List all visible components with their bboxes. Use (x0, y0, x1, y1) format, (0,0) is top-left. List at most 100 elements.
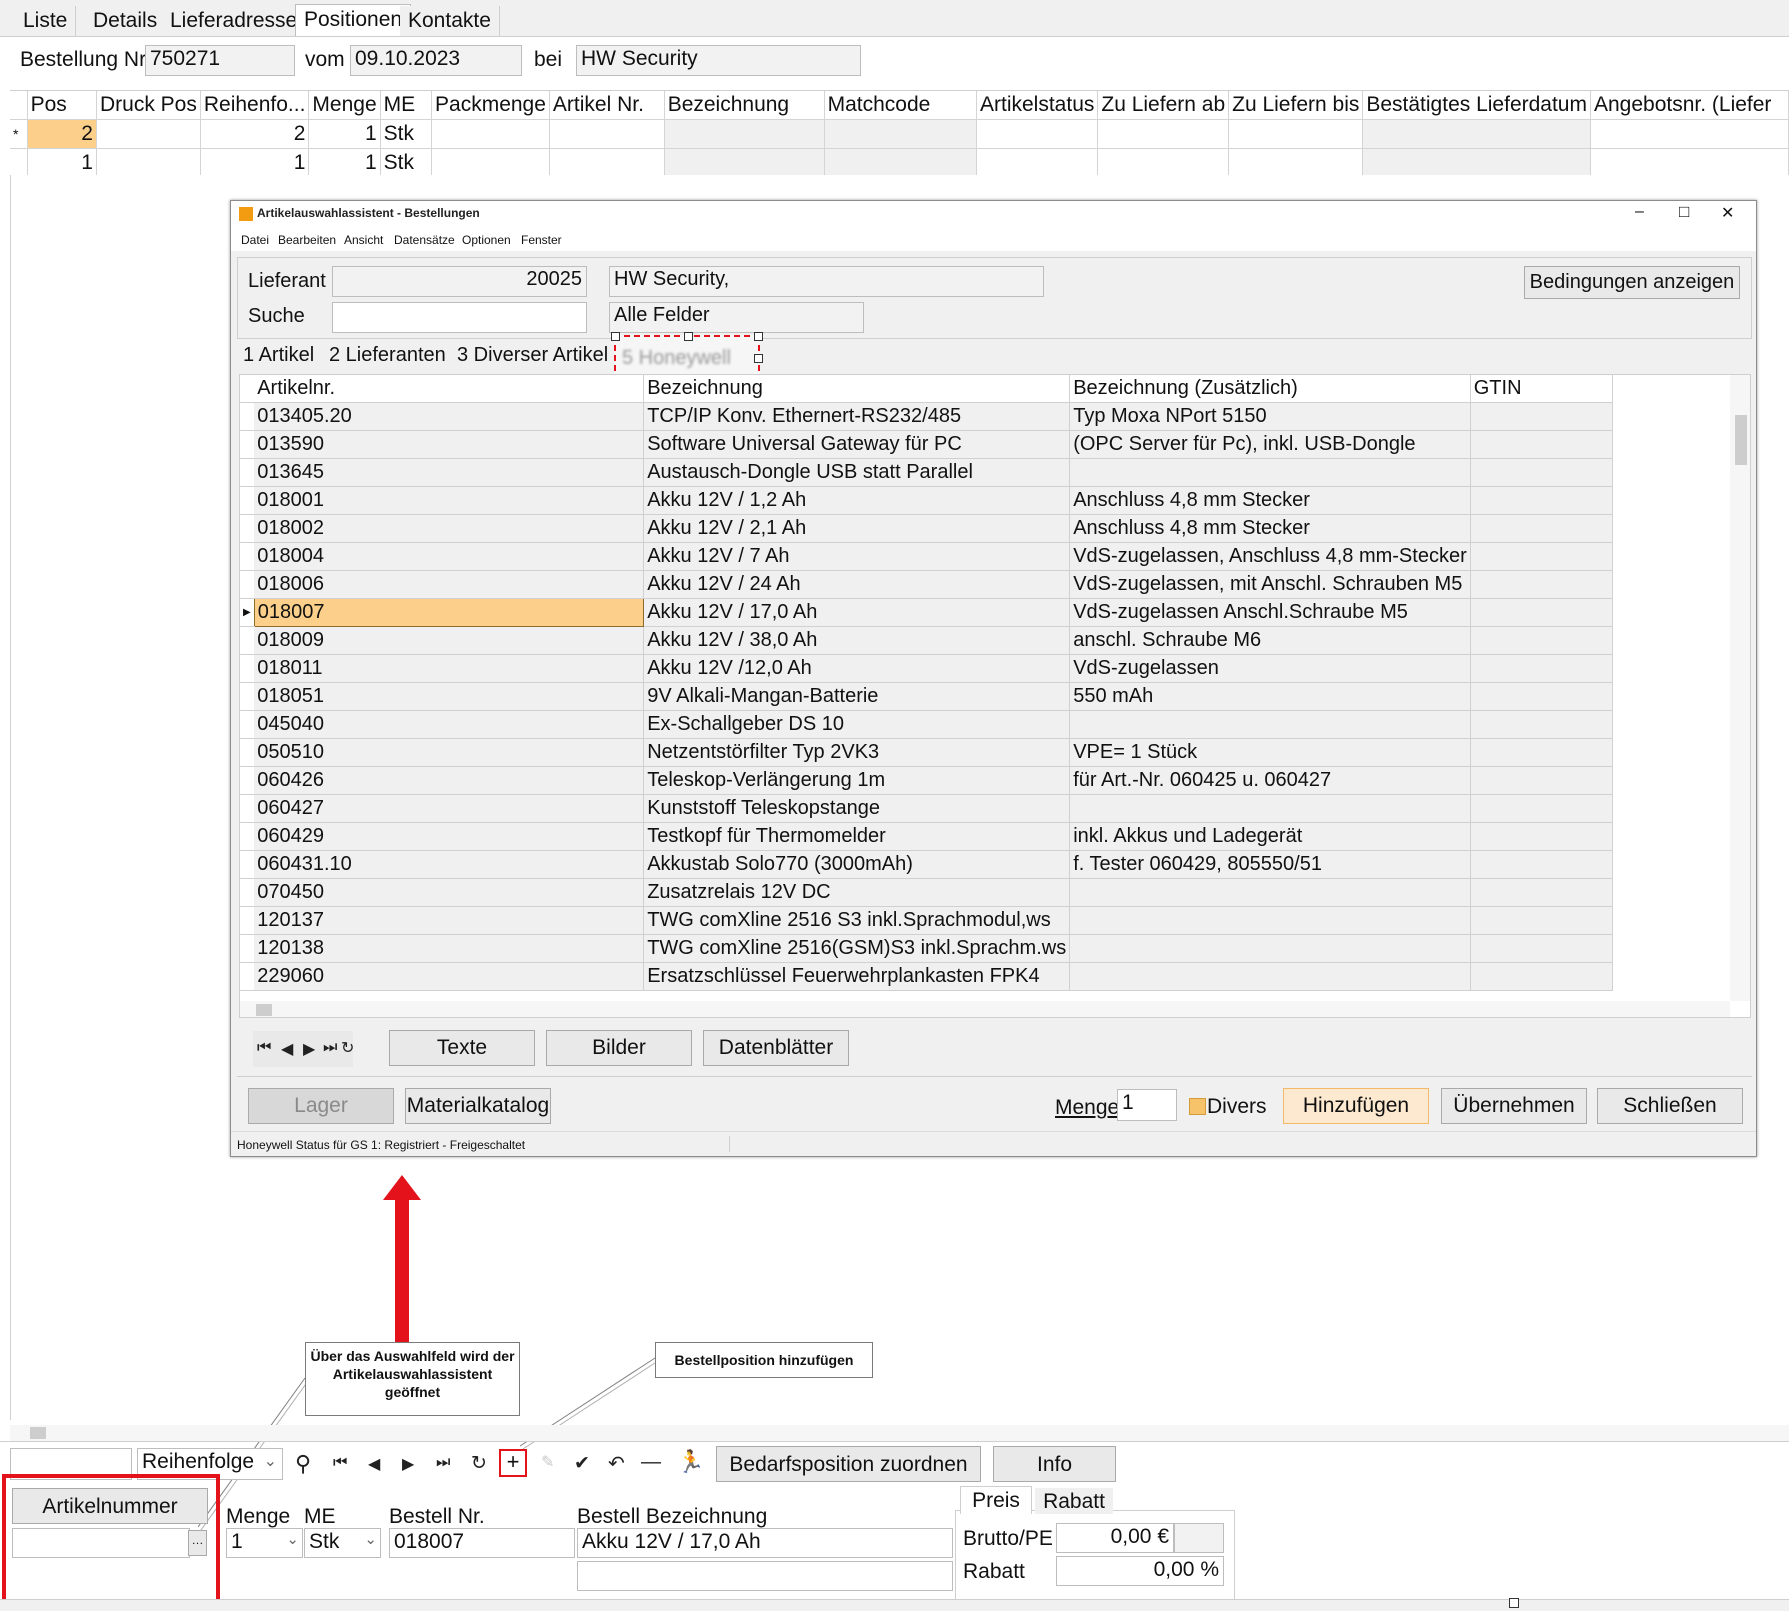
cell-artikelnr[interactable]: 120137 (254, 906, 645, 935)
cell-gtin[interactable] (1470, 906, 1613, 935)
cell-gtin[interactable] (1470, 710, 1613, 739)
next-record-icon[interactable]: ▶ (402, 1454, 414, 1474)
table-row[interactable]: ▶ 018007 Akku 12V / 17,0 Ah VdS-zugelassen … (240, 598, 1613, 627)
scrollbar-thumb[interactable] (256, 1004, 272, 1016)
table-row[interactable]: 045040 Ex-Schallgeber DS 10 (240, 710, 1613, 739)
cell-bezeichnung[interactable]: Austausch-Dongle USB statt Parallel (643, 458, 1071, 487)
table-row[interactable]: 1 1 1 Stk (10, 148, 1789, 175)
table-row[interactable]: 070450 Zusatzrelais 12V DC (240, 878, 1613, 907)
cell-artikelnr[interactable]: 050510 (254, 738, 645, 767)
cell-artikelnr[interactable]: 013645 (254, 458, 645, 487)
cell-bezeichnung-zusaetzlich[interactable]: (OPC Server für Pc), inkl. USB-Dongle (1069, 430, 1471, 459)
cell-bezeichnung-zusaetzlich[interactable]: VPE= 1 Stück (1069, 738, 1471, 767)
cell-gtin[interactable] (1470, 850, 1613, 879)
close-icon[interactable]: ✕ (1721, 203, 1734, 223)
cell-artikelnr[interactable]: 060426 (254, 766, 645, 795)
cell-zu-liefern-bis[interactable] (1228, 119, 1364, 149)
cell-zu-liefern-bis[interactable] (1228, 148, 1364, 175)
table-row[interactable]: 229060 Ersatzschlüssel Feuerwehrplankaste… (240, 962, 1613, 991)
cell-bezeichnung[interactable]: Kunststoff Teleskopstange (643, 794, 1071, 823)
texte-button[interactable]: Texte (389, 1030, 535, 1066)
bedingungen-anzeigen-button[interactable]: Bedingungen anzeigen (1524, 266, 1740, 299)
info-button[interactable]: Info (993, 1446, 1116, 1482)
artikelnummer-picker-button[interactable]: … (188, 1530, 207, 1556)
table-row[interactable]: 060426 Teleskop-Verlängerung 1m für Art.-… (240, 766, 1613, 795)
col-artikelstatus[interactable]: Artikelstatus (976, 91, 1099, 120)
cell-bezeichnung[interactable]: Akku 12V / 17,0 Ah (643, 598, 1071, 627)
cell-bezeichnung[interactable]: Akku 12V / 1,2 Ah (643, 486, 1071, 515)
cell-bezeichnung-zusaetzlich[interactable]: Anschluss 4,8 mm Stecker (1069, 486, 1471, 515)
table-row[interactable]: 018009 Akku 12V / 38,0 Ah anschl. Schraube… (240, 626, 1613, 655)
cell-gtin[interactable] (1470, 962, 1613, 991)
cell-bezeichnung[interactable]: TCP/IP Konv. Ethernert-RS232/485 (643, 402, 1071, 431)
col-gtin[interactable]: GTIN (1470, 375, 1613, 403)
me-select[interactable]: Stk ⌄ (304, 1528, 381, 1558)
cell-gtin[interactable] (1470, 598, 1613, 627)
cell-bezeichnung[interactable]: Ex-Schallgeber DS 10 (643, 710, 1071, 739)
col-angebotsnr[interactable]: Angebotsnr. (Liefer (1590, 91, 1789, 120)
materialkatalog-button[interactable]: Materialkatalog (405, 1088, 551, 1124)
table-row[interactable]: 018004 Akku 12V / 7 Ah VdS-zugelassen, Ans… (240, 542, 1613, 571)
cell-bezeichnung[interactable]: Netzentstörfilter Typ 2VK3 (643, 738, 1071, 767)
cell-bezeichnung-zusaetzlich[interactable] (1069, 934, 1471, 963)
undo-icon[interactable]: ↶ (608, 1451, 625, 1476)
cell-artikelnr[interactable]: 018002 (254, 514, 645, 543)
cell-bezeichnung-zusaetzlich[interactable] (1069, 794, 1471, 823)
cell-artikelnr[interactable]: 018051 (254, 682, 645, 711)
runner-icon[interactable]: 🏃 (677, 1449, 704, 1475)
cell-bezeichnung[interactable]: Akku 12V / 24 Ah (643, 570, 1071, 599)
cell-artikelnr[interactable]: 060427 (254, 794, 645, 823)
cell-bezeichnung[interactable]: Ersatzschlüssel Feuerwehrplankasten FPK4 (643, 962, 1071, 991)
cell-menge[interactable]: 1 (308, 148, 381, 175)
search-icon[interactable]: ⚲ (295, 1451, 311, 1477)
cell-gtin[interactable] (1470, 570, 1613, 599)
menge-select[interactable]: 1 ⌄ (226, 1528, 303, 1558)
table-row[interactable]: 120137 TWG comXline 2516 S3 inkl.Sprachmo… (240, 906, 1613, 935)
scrollbar-thumb[interactable] (30, 1427, 46, 1439)
scrollbar-thumb[interactable] (1735, 415, 1747, 465)
col-bestaetigtes-lieferdatum[interactable]: Bestätigtes Lieferdatum (1362, 91, 1591, 120)
cell-artikelnr[interactable]: 229060 (254, 962, 645, 991)
last-record-icon[interactable]: ⏭ (436, 1454, 450, 1472)
cell-packmenge[interactable] (431, 148, 550, 175)
rabatt-input[interactable]: 0,00 % (1056, 1556, 1224, 1586)
cell-bezeichnung-zusaetzlich[interactable] (1069, 458, 1471, 487)
cell-bezeichnung[interactable]: Akku 12V /12,0 Ah (643, 654, 1071, 683)
col-matchcode[interactable]: Matchcode (824, 91, 978, 120)
table-row[interactable]: 120138 TWG comXline 2516(GSM)S3 inkl.Spra… (240, 934, 1613, 963)
table-row[interactable]: 060431.10 Akkustab Solo770 (3000mAh) f. Te… (240, 850, 1613, 879)
cell-gtin[interactable] (1470, 430, 1613, 459)
first-record-icon[interactable]: ⏮ (333, 1454, 347, 1472)
dialog-tab-artikel[interactable]: 1 Artikel (243, 344, 314, 367)
cell-artikelnr[interactable]: 045040 (254, 710, 645, 739)
cell-bezeichnung-zusaetzlich[interactable]: Typ Moxa NPort 5150 (1069, 402, 1471, 431)
cell-gtin[interactable] (1470, 458, 1613, 487)
cell-gtin[interactable] (1470, 626, 1613, 655)
table-row[interactable]: 018051 9V Alkali-Mangan-Batterie 550 mAh (240, 682, 1613, 711)
cell-gtin[interactable] (1470, 682, 1613, 711)
table-row[interactable]: 013645 Austausch-Dongle USB statt Paralle… (240, 458, 1613, 487)
cell-gtin[interactable] (1470, 934, 1613, 963)
col-artikelnr[interactable]: Artikelnr. (254, 375, 645, 403)
cell-bezeichnung-zusaetzlich[interactable]: Anschluss 4,8 mm Stecker (1069, 514, 1471, 543)
cell-artikelnr[interactable]: 060429 (254, 822, 645, 851)
cell-bezeichnung[interactable]: Akku 12V / 2,1 Ah (643, 514, 1071, 543)
cell-bezeichnung-zusaetzlich[interactable] (1069, 710, 1471, 739)
col-druck-pos[interactable]: Druck Pos (96, 91, 201, 120)
add-position-icon[interactable]: + (499, 1449, 527, 1477)
table-row[interactable]: 050510 Netzentstörfilter Typ 2VK3 VPE= 1 S… (240, 738, 1613, 767)
artikelnummer-button[interactable]: Artikelnummer (12, 1488, 208, 1524)
bestell-bezeichnung-input[interactable]: Akku 12V / 17,0 Ah (577, 1528, 953, 1558)
cell-bezeichnung-zusaetzlich[interactable] (1069, 962, 1471, 991)
cell-bezeichnung-zusaetzlich[interactable]: VdS-zugelassen, mit Anschl. Schrauben M5 (1069, 570, 1471, 599)
delete-icon[interactable]: — (641, 1451, 661, 1474)
cell-artikelnr[interactable]: 060431.10 (254, 850, 645, 879)
hinzufuegen-button[interactable]: Hinzufügen (1283, 1088, 1429, 1124)
brutto-pe-input[interactable]: 0,00 € (1056, 1523, 1174, 1553)
order-date-field[interactable]: 09.10.2023 (350, 45, 522, 76)
cell-bezeichnung[interactable]: Zusatzrelais 12V DC (643, 878, 1071, 907)
cell-angebotsnr[interactable] (1590, 119, 1789, 149)
menu-datensaetze[interactable]: Datensätze (394, 233, 455, 247)
table-row[interactable]: 013590 Software Universal Gateway für PC(… (240, 430, 1613, 459)
cell-bezeichnung[interactable]: Akku 12V / 38,0 Ah (643, 626, 1071, 655)
